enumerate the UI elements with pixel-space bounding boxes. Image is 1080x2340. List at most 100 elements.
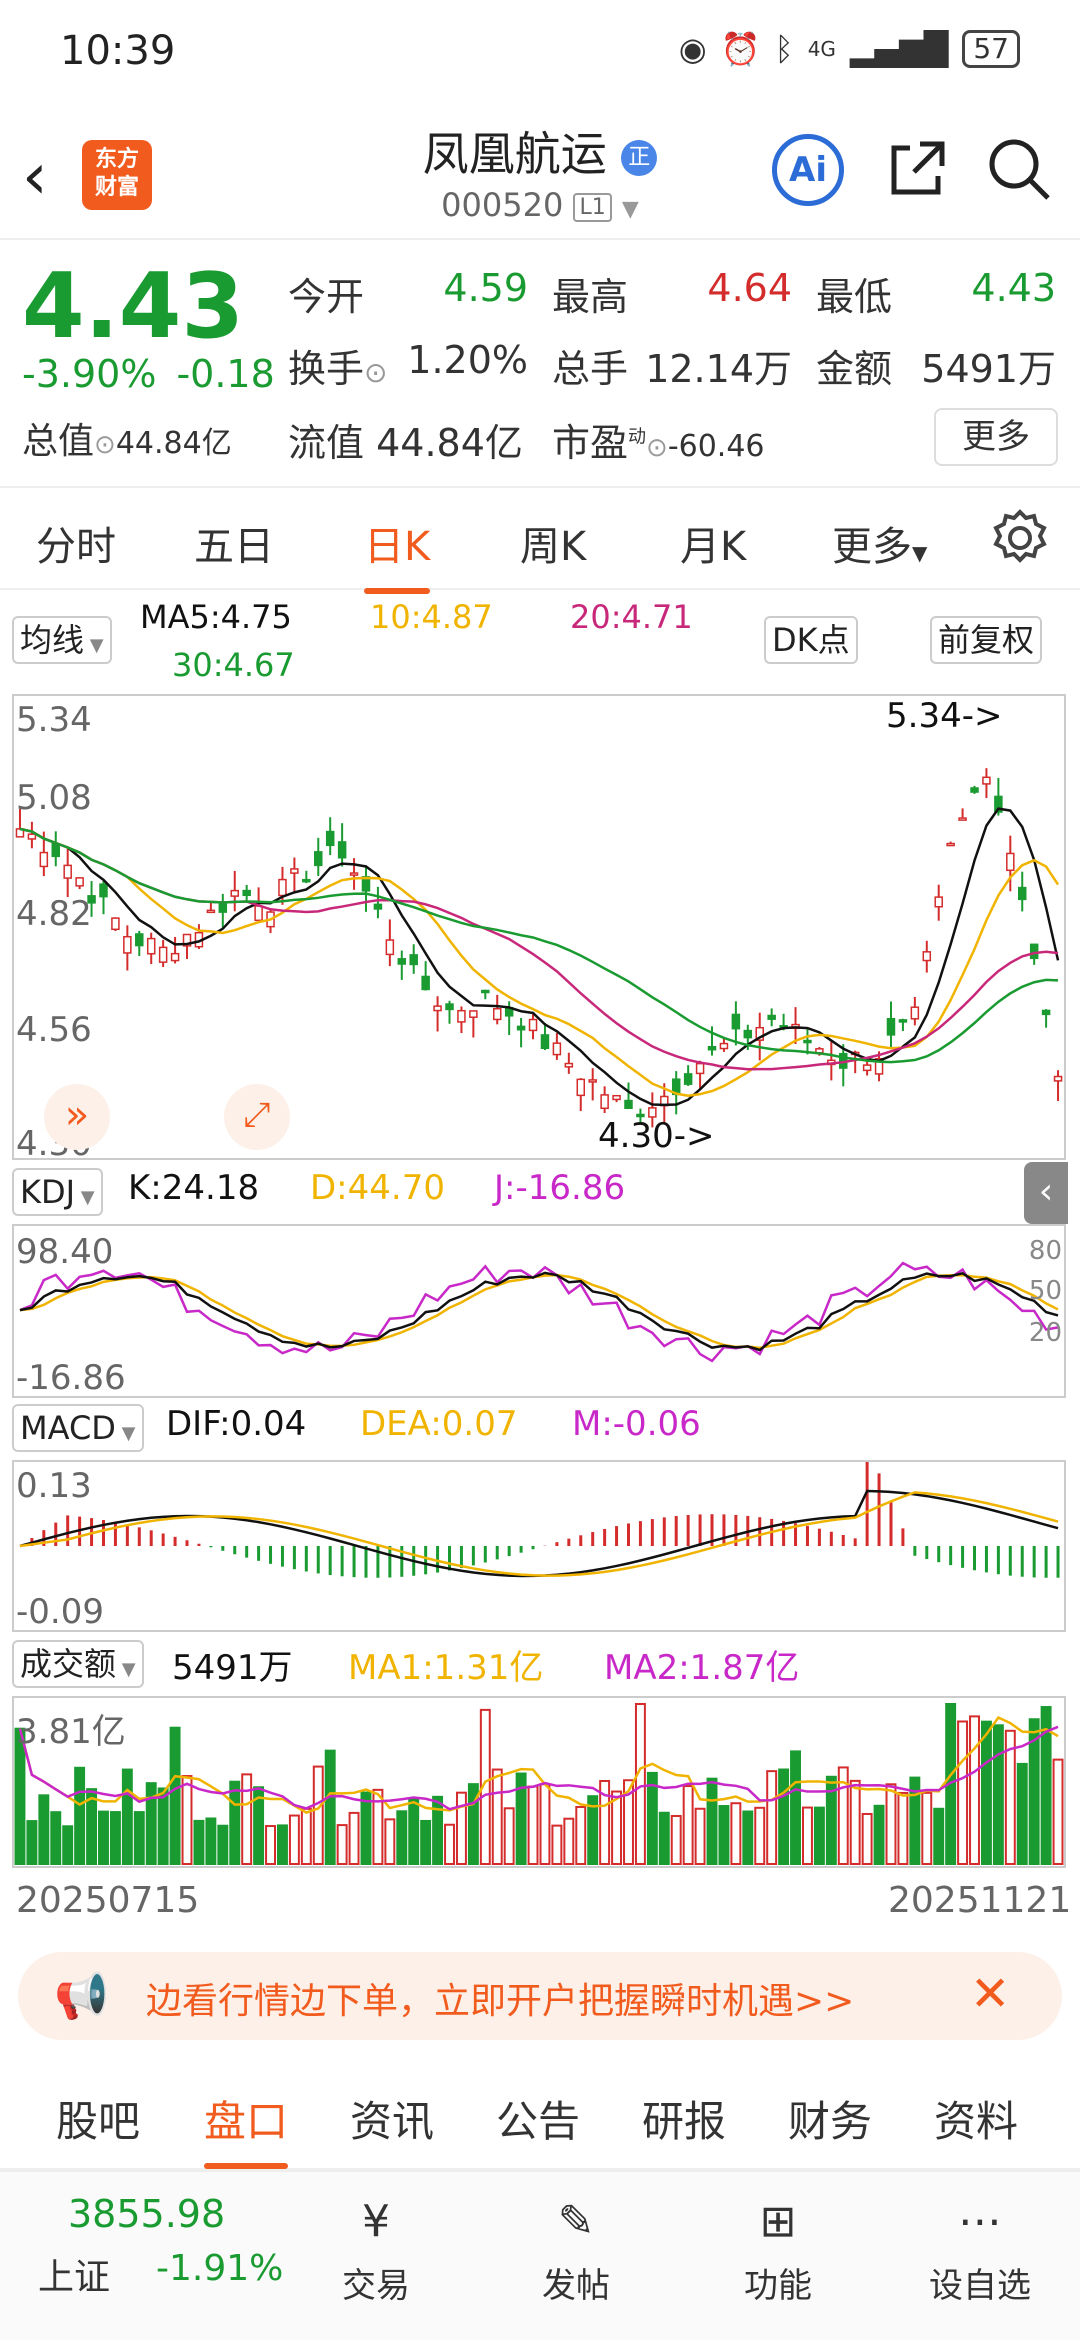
ai-button[interactable]: Ai [772, 134, 844, 206]
tab-monthly-k[interactable]: 月K [680, 514, 746, 572]
min-price-label: 4.30-> [598, 1116, 715, 1156]
candle-body [433, 1005, 442, 1012]
volume-bar [730, 1802, 742, 1866]
period-tabs: 分时 五日 日K 周K 月K 更多▼ [0, 490, 1080, 594]
volume-bar [575, 1805, 587, 1865]
trade-button[interactable]: ¥ 交易 [326, 2192, 426, 2307]
grid-icon: ⊞ [759, 2196, 797, 2247]
ma-selector[interactable]: 均线 ▼ [12, 616, 112, 664]
volume-chart[interactable]: 3.81亿 [12, 1696, 1066, 1868]
volume-bar [62, 1825, 74, 1866]
function-button[interactable]: ⊞ 功能 [728, 2192, 828, 2307]
info-icon[interactable]: ⊙ [646, 433, 668, 463]
volume-bar [205, 1817, 217, 1865]
candle-body [39, 851, 49, 868]
candle-body [576, 1078, 586, 1097]
kdj-ref-20: 20 [1028, 1318, 1062, 1348]
macd-selector[interactable]: MACD ▼ [12, 1404, 144, 1452]
volume-bar [109, 1811, 121, 1865]
candle-body [51, 842, 61, 858]
search-icon[interactable] [986, 136, 1052, 202]
volume-bar [670, 1814, 682, 1865]
volume-bar [873, 1804, 885, 1865]
tab-research[interactable]: 研报 [642, 2088, 726, 2149]
index-name[interactable]: 上证 [38, 2248, 110, 2300]
candle-body [63, 864, 72, 879]
share-icon[interactable] [884, 136, 950, 202]
volume-selector[interactable]: 成交额 ▼ [12, 1640, 144, 1688]
volume-bar [849, 1779, 861, 1865]
promo-banner[interactable]: 📢 边看行情边下单，立即开户把握瞬时机遇>> ✕ [18, 1952, 1062, 2040]
amount-value: 5491万 [921, 347, 1056, 391]
tab-finance[interactable]: 财务 [788, 2088, 872, 2149]
more-button[interactable]: 更多 [934, 408, 1058, 466]
candle-body [314, 851, 323, 867]
network-label: 4G [807, 37, 836, 61]
signal-icon: ▂▄▆█ [849, 30, 949, 68]
collapse-panel-icon[interactable]: ‹ [1024, 1162, 1068, 1224]
volume-bar [229, 1780, 241, 1865]
volume-bar [98, 1810, 109, 1865]
fq-button[interactable]: 前复权 [930, 616, 1043, 664]
kline-chart[interactable]: 5.34 5.08 4.82 4.56 4.30 5.34-> 4.30-> »… [12, 694, 1066, 1164]
volume-bar [193, 1819, 205, 1865]
candle-body [385, 939, 395, 956]
candle-body [373, 903, 383, 910]
volume-bar [957, 1720, 969, 1865]
info-icon[interactable]: ⊙ [94, 430, 116, 460]
tab-daily-k[interactable]: 日K [364, 514, 431, 594]
index-value[interactable]: 3855.98 [68, 2192, 225, 2236]
volume-bar [181, 1775, 193, 1865]
candle-body [135, 933, 144, 947]
ma10-label: 10:4.87 [370, 598, 493, 636]
candle-body [612, 1094, 621, 1101]
tab-more[interactable]: 更多▼ [832, 514, 927, 572]
info-icon[interactable]: ⊙ [364, 356, 387, 389]
nav-bar: ‹ 东方 财富 凤凰航运 正 000520 L1 ▼ Ai [0, 110, 1080, 240]
volume-bar [217, 1824, 229, 1865]
more-dots-icon: ⋯ [958, 2196, 1002, 2247]
post-button[interactable]: ✎ 发帖 [526, 2192, 626, 2307]
index-change[interactable]: -1.91% [156, 2248, 283, 2289]
volume-bar [921, 1791, 933, 1865]
add-watchlist-button[interactable]: ⋯ 设自选 [920, 2192, 1040, 2307]
y-axis-tick: 5.08 [16, 778, 92, 818]
kdj-ref-80: 80 [1028, 1236, 1062, 1266]
macd-chart[interactable]: 0.13 -0.09 [12, 1460, 1066, 1632]
volume-bar [265, 1825, 276, 1865]
candle-body [707, 1046, 717, 1051]
tab-weekly-k[interactable]: 周K [520, 514, 586, 572]
megaphone-icon: 📢 [54, 1971, 109, 2022]
tab-profile[interactable]: 资料 [934, 2088, 1018, 2149]
kdj-chart[interactable]: 98.40 -16.86 80 50 20 [12, 1224, 1066, 1398]
candle-body [469, 1010, 478, 1018]
kdj-j: J:-16.86 [494, 1168, 626, 1208]
candle-body [170, 952, 180, 962]
change-value: -0.18 [176, 352, 275, 396]
volume-bar [658, 1811, 670, 1865]
volume-bar [551, 1824, 563, 1865]
tab-guba[interactable]: 股吧 [56, 2088, 140, 2149]
candle-body [910, 1006, 920, 1020]
fullscreen-icon[interactable]: ⤢ [224, 1084, 290, 1150]
candle-body [803, 1039, 812, 1044]
dk-point-button[interactable]: DK点 [764, 616, 858, 664]
gear-icon[interactable] [990, 508, 1050, 568]
level-badge: L1 [573, 192, 612, 222]
kdj-selector[interactable]: KDJ ▼ [12, 1168, 103, 1216]
volume-bar [420, 1819, 432, 1865]
expand-icon[interactable]: » [44, 1084, 110, 1150]
candle-body [886, 1017, 896, 1036]
tab-news[interactable]: 资讯 [350, 2088, 434, 2149]
volume-bar [491, 1768, 503, 1865]
quote-panel: 4.43 -3.90% -0.18 今开 4.59 最高 4.64 最低 4.43 换手… [0, 240, 1080, 488]
volume-bar [300, 1807, 312, 1865]
tab-intraday[interactable]: 分时 [36, 514, 116, 572]
volume-bar [885, 1783, 897, 1865]
close-icon[interactable]: ✕ [970, 1966, 1010, 2022]
tab-pankou[interactable]: 盘口 [204, 2088, 289, 2169]
candle-body [946, 842, 955, 847]
tab-announcements[interactable]: 公告 [496, 2088, 580, 2149]
volume-bar [1016, 1762, 1028, 1865]
tab-5day[interactable]: 五日 [194, 514, 274, 572]
